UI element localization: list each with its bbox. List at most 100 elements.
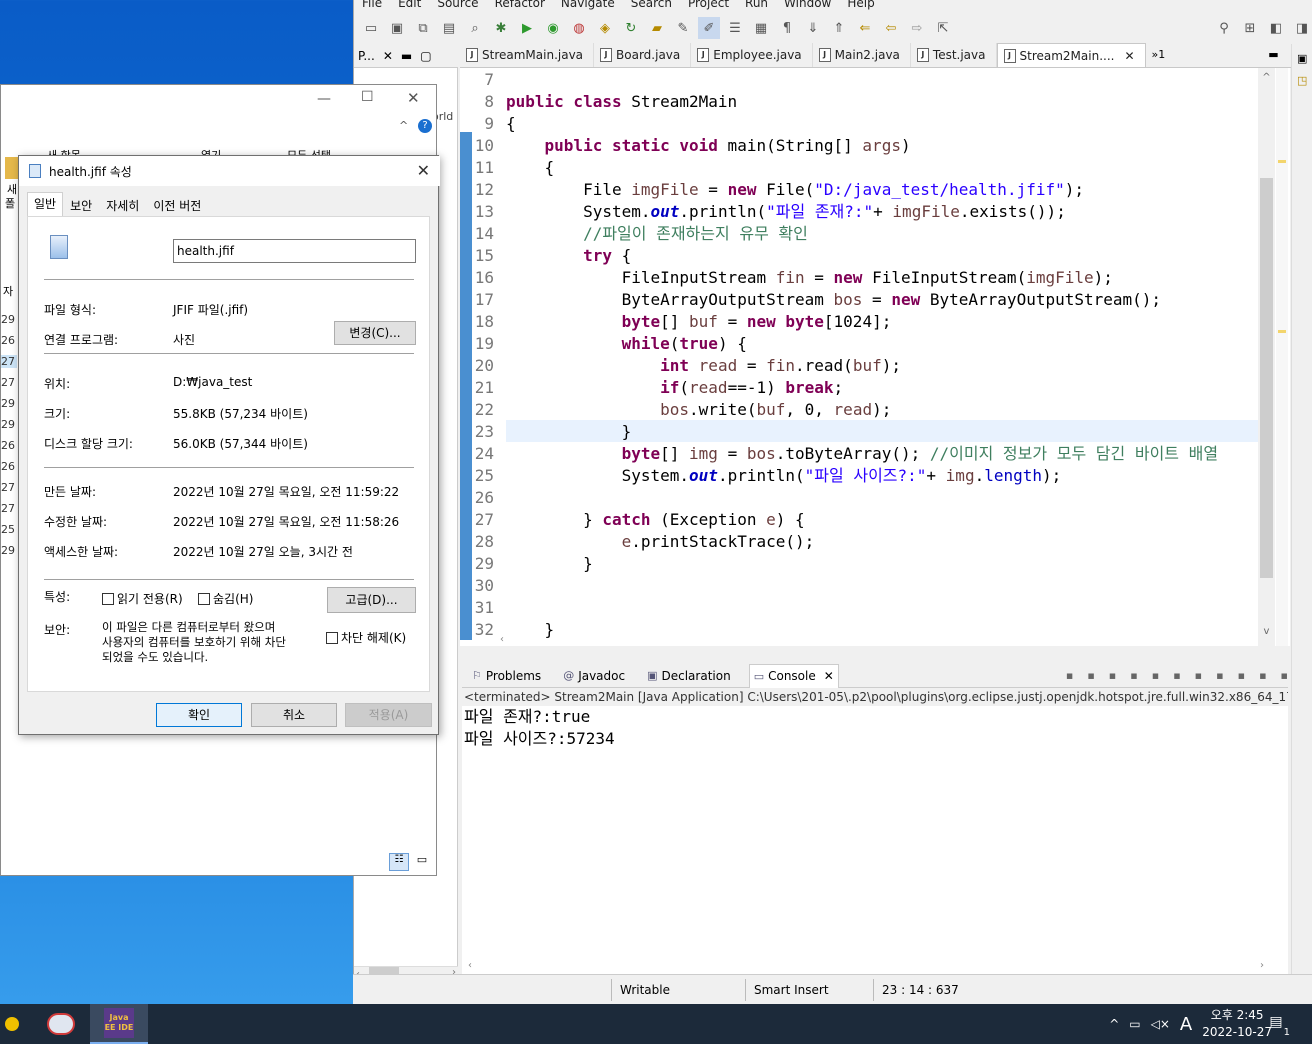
remove-launch-icon[interactable]: ▪ <box>1087 669 1094 682</box>
pin-console-icon[interactable]: ▪ <box>1195 669 1202 682</box>
editor-tab[interactable]: J Employee.java <box>691 43 813 67</box>
prev-annotation-icon[interactable]: ⇑ <box>828 17 850 39</box>
explorer-row-fragment[interactable]: 29 <box>1 544 15 557</box>
external-tools-icon[interactable]: ◍ <box>568 17 590 39</box>
editor-vscroll[interactable]: ^ v <box>1258 68 1275 646</box>
tab-overflow-indicator[interactable]: »1 <box>1146 43 1172 67</box>
maximize-icon[interactable]: ▢ <box>420 49 431 63</box>
menu-window[interactable]: Window <box>776 0 839 12</box>
explorer-row-fragment[interactable]: 27 <box>1 376 15 389</box>
menu-edit[interactable]: Edit <box>390 0 429 12</box>
close-icon[interactable]: ✕ <box>824 669 834 683</box>
ime-indicator[interactable]: A <box>1180 1014 1192 1035</box>
network-icon[interactable]: ▭ <box>1129 1017 1140 1031</box>
app-icon-yellow[interactable] <box>0 1004 24 1044</box>
edit-icon[interactable]: ✎ <box>672 17 694 39</box>
new-package-icon[interactable]: ◈ <box>594 17 616 39</box>
search-tool-icon[interactable]: ⌕ <box>464 17 486 39</box>
collapse-ribbon-icon[interactable]: ^ <box>399 119 408 132</box>
maximize-icon[interactable]: ☐ <box>361 89 374 105</box>
explorer-row-fragment[interactable]: 27 <box>1 355 17 368</box>
eclipse-taskbar-button[interactable]: Java EE IDE <box>90 1004 148 1044</box>
notification-center-icon[interactable]: ▤ 1 <box>1264 1014 1290 1038</box>
scroll-lock-icon[interactable]: ▪ <box>1130 669 1137 682</box>
outline-icon[interactable]: ◳ <box>1297 74 1307 87</box>
tab-general[interactable]: 일반 <box>27 192 64 216</box>
apply-button[interactable]: 적용(A) <box>345 703 432 727</box>
menu-run[interactable]: Run <box>737 0 776 12</box>
pilcrow-icon[interactable]: ¶ <box>776 17 798 39</box>
open-folder-icon[interactable]: ▰ <box>646 17 668 39</box>
java-perspective-icon[interactable]: ◨ <box>1291 17 1312 39</box>
next-annotation-icon[interactable]: ⇓ <box>802 17 824 39</box>
change-program-button[interactable]: 변경(C)... <box>334 321 416 345</box>
console-hscroll[interactable]: ‹ › <box>462 960 1288 974</box>
search-icon[interactable]: ⚲ <box>1213 17 1235 39</box>
menu-navigate[interactable]: Navigate <box>553 0 623 12</box>
last-edit-icon[interactable]: ⇐ <box>854 17 876 39</box>
show-hidden-icons-icon[interactable]: ^ <box>1109 1017 1119 1031</box>
run-icon[interactable]: ▶ <box>516 17 538 39</box>
menu-project[interactable]: Project <box>680 0 737 12</box>
details-view-icon[interactable]: ☷ <box>389 853 409 871</box>
tab-console[interactable]: ▭ Console ✕ <box>748 663 839 688</box>
display-console-icon[interactable]: ▪ <box>1216 669 1223 682</box>
help-icon[interactable]: ? <box>418 119 432 133</box>
tab-details[interactable]: 자세히 <box>99 194 146 216</box>
close-icon[interactable]: ✕ <box>1124 49 1134 63</box>
menu-file[interactable]: File <box>354 0 390 12</box>
tab-security[interactable]: 보안 <box>63 194 99 216</box>
print-icon[interactable]: ▤ <box>438 17 460 39</box>
word-wrap-icon[interactable]: ▪ <box>1152 669 1159 682</box>
editor-tab[interactable]: J Test.java <box>911 43 997 67</box>
editor-tab[interactable]: J StreamMain.java <box>460 43 595 67</box>
package-explorer-tab[interactable]: P... ✕ ▬ ▢ <box>354 44 458 68</box>
scroll-thumb[interactable] <box>1260 178 1273 578</box>
open-console-icon[interactable]: ▪ <box>1238 669 1245 682</box>
large-icons-view-icon[interactable]: ▭ <box>413 853 431 871</box>
readonly-checkbox[interactable]: 읽기 전용(R) <box>102 590 183 607</box>
minimize-icon[interactable]: — <box>317 91 331 107</box>
explorer-row-fragment[interactable]: 26 <box>1 460 15 473</box>
highlight-icon[interactable]: ✐ <box>698 17 720 39</box>
restore-icon[interactable]: ▣ <box>1297 52 1307 65</box>
close-icon[interactable]: ✕ <box>417 161 430 180</box>
snipping-tool-icon[interactable] <box>32 1004 90 1044</box>
menu-help[interactable]: Help <box>839 0 882 12</box>
block-select-icon[interactable]: ▦ <box>750 17 772 39</box>
minimize-icon[interactable]: ▬ <box>401 49 412 63</box>
editor-tab[interactable]: J Main2.java <box>813 43 911 67</box>
explorer-row-fragment[interactable]: 26 <box>1 439 15 452</box>
save-all-icon[interactable]: ⧉ <box>412 17 434 39</box>
minimize-icon[interactable]: ▪ <box>1259 669 1266 682</box>
java-ee-perspective-icon[interactable]: ◧ <box>1265 17 1287 39</box>
tab-problems[interactable]: ⚐ Problems <box>468 664 545 688</box>
show-on-output-icon[interactable]: ▪ <box>1173 669 1180 682</box>
explorer-row-fragment[interactable]: 29 <box>1 397 15 410</box>
menu-source[interactable]: Source <box>429 0 486 12</box>
explorer-row-fragment[interactable]: 29 <box>1 313 15 326</box>
coverage-icon[interactable]: ◉ <box>542 17 564 39</box>
explorer-row-fragment[interactable]: 26 <box>1 334 15 347</box>
editor-tab[interactable]: J Board.java <box>594 43 692 67</box>
terminate-icon[interactable]: ▪ <box>1066 669 1073 682</box>
refresh-icon[interactable]: ↻ <box>620 17 642 39</box>
explorer-row-fragment[interactable]: 29 <box>1 418 15 431</box>
volume-muted-icon[interactable]: ◁× <box>1151 1017 1170 1031</box>
advanced-button[interactable]: 고급(D)... <box>327 587 416 613</box>
cancel-button[interactable]: 취소 <box>251 703 337 727</box>
perspective-icon[interactable]: ⊞ <box>1239 17 1261 39</box>
minimize-icon[interactable]: ▬ <box>1260 43 1286 67</box>
menu-refactor[interactable]: Refactor <box>487 0 553 12</box>
filename-field[interactable] <box>173 239 416 263</box>
clock[interactable]: 오후 2:45 2022-10-27 <box>1202 1007 1272 1041</box>
explorer-row-fragment[interactable]: 27 <box>1 502 15 515</box>
tab-previous-versions[interactable]: 이전 버전 <box>146 194 208 216</box>
console-output[interactable]: 파일 존재?:true 파일 사이즈?:57234 <box>462 706 1288 960</box>
pin-icon[interactable]: ⇱ <box>932 17 954 39</box>
tab-declaration[interactable]: ▣ Declaration <box>643 664 735 688</box>
toggle-mark-icon[interactable]: ☰ <box>724 17 746 39</box>
new-icon[interactable]: ▭ <box>360 17 382 39</box>
menu-search[interactable]: Search <box>623 0 680 12</box>
hidden-checkbox[interactable]: 숨김(H) <box>198 590 253 607</box>
